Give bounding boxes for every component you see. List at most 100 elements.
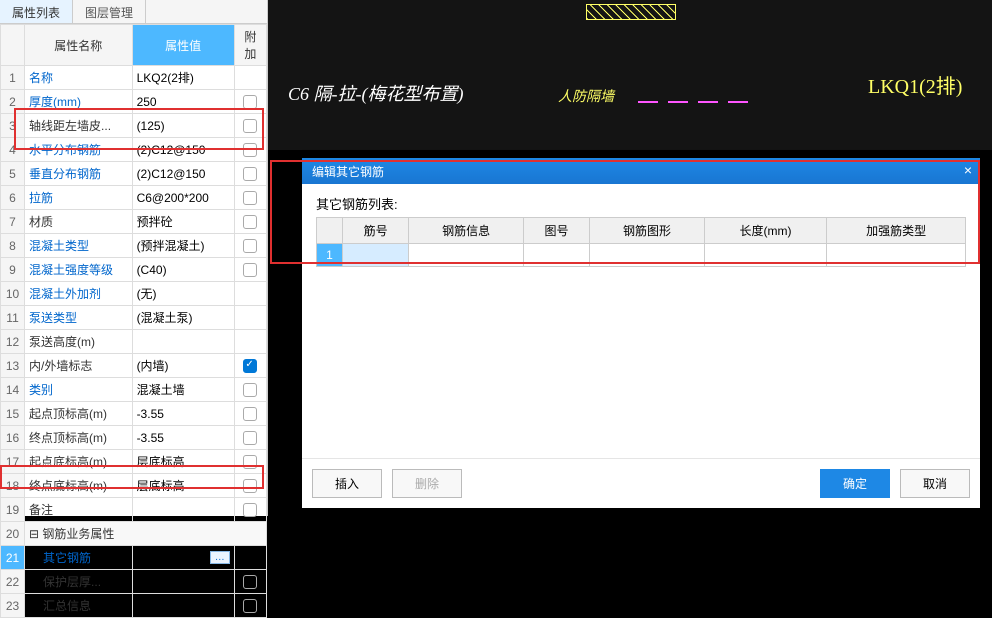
checkbox[interactable]: [243, 191, 257, 205]
table-row[interactable]: 20⊟ 钢筋业务属性: [1, 522, 267, 546]
table-row[interactable]: 6拉筋C6@200*200: [1, 186, 267, 210]
cell-jinhao[interactable]: [343, 244, 409, 267]
close-icon[interactable]: ×: [964, 162, 972, 178]
extra-cell[interactable]: [234, 354, 266, 378]
cell-type[interactable]: [827, 244, 966, 267]
cancel-button[interactable]: 取消: [900, 469, 970, 498]
extra-cell[interactable]: [234, 66, 266, 90]
extra-cell[interactable]: [234, 402, 266, 426]
property-value[interactable]: 层底标高: [132, 450, 234, 474]
extra-cell[interactable]: [234, 570, 266, 594]
checkbox[interactable]: [243, 599, 257, 613]
cell-shape[interactable]: [590, 244, 705, 267]
property-value[interactable]: (2)C12@150: [132, 138, 234, 162]
grid-col-0[interactable]: 筋号: [343, 218, 409, 244]
property-value[interactable]: 250: [132, 90, 234, 114]
table-row[interactable]: 16终点顶标高(m)-3.55: [1, 426, 267, 450]
table-row[interactable]: 14类别混凝土墙: [1, 378, 267, 402]
checkbox[interactable]: [243, 215, 257, 229]
ok-button[interactable]: 确定: [820, 469, 890, 498]
checkbox[interactable]: [243, 119, 257, 133]
property-value[interactable]: (混凝土泵): [132, 306, 234, 330]
ellipsis-button[interactable]: …: [210, 551, 230, 564]
col-value[interactable]: 属性值: [132, 25, 234, 66]
property-value[interactable]: (2)C12@150: [132, 162, 234, 186]
extra-cell[interactable]: [234, 378, 266, 402]
property-value[interactable]: -3.55: [132, 426, 234, 450]
cell-info[interactable]: [409, 244, 524, 267]
grid-col-5[interactable]: 加强筋类型: [827, 218, 966, 244]
grid-col-1[interactable]: 钢筋信息: [409, 218, 524, 244]
property-value[interactable]: (内墙): [132, 354, 234, 378]
extra-cell[interactable]: [234, 90, 266, 114]
extra-cell[interactable]: [234, 498, 266, 522]
cad-canvas[interactable]: C6 隔-拉-(梅花型布置) 人防隔墙 LKQ1(2排): [268, 0, 992, 150]
table-row[interactable]: 23汇总信息(剪力墙): [1, 594, 267, 618]
checkbox[interactable]: [243, 407, 257, 421]
extra-cell[interactable]: [234, 330, 266, 354]
checkbox[interactable]: [243, 359, 257, 373]
property-value[interactable]: [132, 330, 234, 354]
table-row[interactable]: 15起点顶标高(m)-3.55: [1, 402, 267, 426]
checkbox[interactable]: [243, 167, 257, 181]
insert-button[interactable]: 插入: [312, 469, 382, 498]
group-header[interactable]: ⊟ 钢筋业务属性: [25, 522, 267, 546]
cell-length[interactable]: [704, 244, 827, 267]
extra-cell[interactable]: [234, 450, 266, 474]
checkbox[interactable]: [243, 455, 257, 469]
table-row[interactable]: 10混凝土外加剂(无): [1, 282, 267, 306]
extra-cell[interactable]: [234, 258, 266, 282]
table-row[interactable]: 18终点底标高(m)层底标高: [1, 474, 267, 498]
grid-col-4[interactable]: 长度(mm): [704, 218, 827, 244]
property-value[interactable]: [132, 498, 234, 522]
property-value[interactable]: (125): [132, 114, 234, 138]
checkbox[interactable]: [243, 95, 257, 109]
property-value[interactable]: (剪力墙): [132, 594, 234, 618]
tab-layer-mgmt[interactable]: 图层管理: [73, 0, 146, 23]
property-value[interactable]: (C40): [132, 258, 234, 282]
rebar-grid[interactable]: 筋号钢筋信息图号钢筋图形长度(mm)加强筋类型 1: [316, 217, 966, 267]
property-value[interactable]: C6@200*200: [132, 186, 234, 210]
property-value[interactable]: (15): [132, 570, 234, 594]
grid-col-2[interactable]: 图号: [523, 218, 589, 244]
property-value[interactable]: 混凝土墙: [132, 378, 234, 402]
checkbox[interactable]: [243, 263, 257, 277]
cell-tuhao[interactable]: [523, 244, 589, 267]
extra-cell[interactable]: [234, 114, 266, 138]
property-value[interactable]: (无): [132, 282, 234, 306]
table-row[interactable]: 1: [317, 244, 966, 267]
table-row[interactable]: 7材质预拌砼: [1, 210, 267, 234]
table-row[interactable]: 19备注: [1, 498, 267, 522]
table-row[interactable]: 9混凝土强度等级(C40): [1, 258, 267, 282]
checkbox[interactable]: [243, 503, 257, 517]
extra-cell[interactable]: [234, 594, 266, 618]
extra-cell[interactable]: [234, 426, 266, 450]
extra-cell[interactable]: [234, 306, 266, 330]
table-row[interactable]: 22保护层厚...(15): [1, 570, 267, 594]
checkbox[interactable]: [243, 143, 257, 157]
table-row[interactable]: 21其它钢筋…: [1, 546, 267, 570]
table-row[interactable]: 11泵送类型(混凝土泵): [1, 306, 267, 330]
property-value[interactable]: -3.55: [132, 402, 234, 426]
checkbox[interactable]: [243, 383, 257, 397]
extra-cell[interactable]: [234, 546, 266, 570]
table-row[interactable]: 5垂直分布钢筋(2)C12@150: [1, 162, 267, 186]
tab-properties[interactable]: 属性列表: [0, 0, 73, 23]
property-value[interactable]: (预拌混凝土): [132, 234, 234, 258]
checkbox[interactable]: [243, 431, 257, 445]
table-row[interactable]: 8混凝土类型(预拌混凝土): [1, 234, 267, 258]
table-row[interactable]: 1名称LKQ2(2排): [1, 66, 267, 90]
grid-col-3[interactable]: 钢筋图形: [590, 218, 705, 244]
checkbox[interactable]: [243, 239, 257, 253]
property-value[interactable]: …: [132, 546, 234, 570]
property-value[interactable]: 预拌砼: [132, 210, 234, 234]
extra-cell[interactable]: [234, 282, 266, 306]
extra-cell[interactable]: [234, 162, 266, 186]
extra-cell[interactable]: [234, 474, 266, 498]
extra-cell[interactable]: [234, 138, 266, 162]
delete-button[interactable]: 删除: [392, 469, 462, 498]
table-row[interactable]: 12泵送高度(m): [1, 330, 267, 354]
dialog-titlebar[interactable]: 编辑其它钢筋 ×: [302, 158, 980, 184]
table-row[interactable]: 2厚度(mm)250: [1, 90, 267, 114]
checkbox[interactable]: [243, 479, 257, 493]
